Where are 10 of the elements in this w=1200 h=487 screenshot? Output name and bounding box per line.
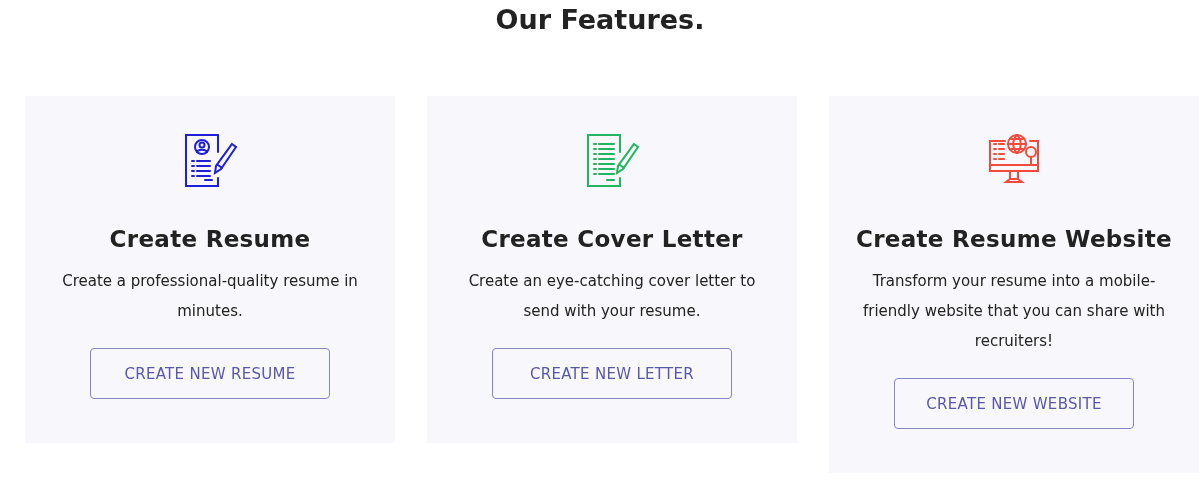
feature-description: Create a professional-quality resume in minutes. xyxy=(61,271,359,322)
section-heading: Our Features. xyxy=(494,3,706,37)
feature-description: Create an eye-catching cover letter to send with your resume. xyxy=(467,271,757,322)
create-button[interactable]: CREATE NEW LETTER xyxy=(492,348,732,399)
feature-title: Create Resume Website xyxy=(856,226,1172,252)
feature-title: Create Cover Letter xyxy=(481,226,743,252)
create-button[interactable]: CREATE NEW RESUME xyxy=(90,348,330,399)
feature-title: Create Resume xyxy=(109,226,311,252)
create-button[interactable]: CREATE NEW WEBSITE xyxy=(894,378,1134,429)
feature-description: Transform your resume into a mobile-friendly website that you can share with recruiters! xyxy=(862,271,1166,352)
